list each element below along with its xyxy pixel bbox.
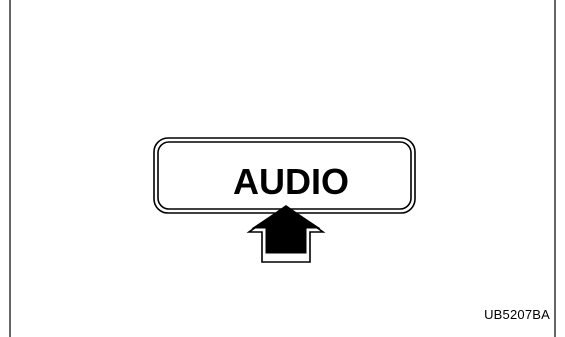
audio-button: AUDIO <box>153 137 416 214</box>
diagram-frame: AUDIO <box>9 0 556 337</box>
press-arrow-icon <box>246 205 326 263</box>
figure-code-label: UB5207BA <box>484 307 550 322</box>
audio-button-label: AUDIO <box>233 161 349 202</box>
